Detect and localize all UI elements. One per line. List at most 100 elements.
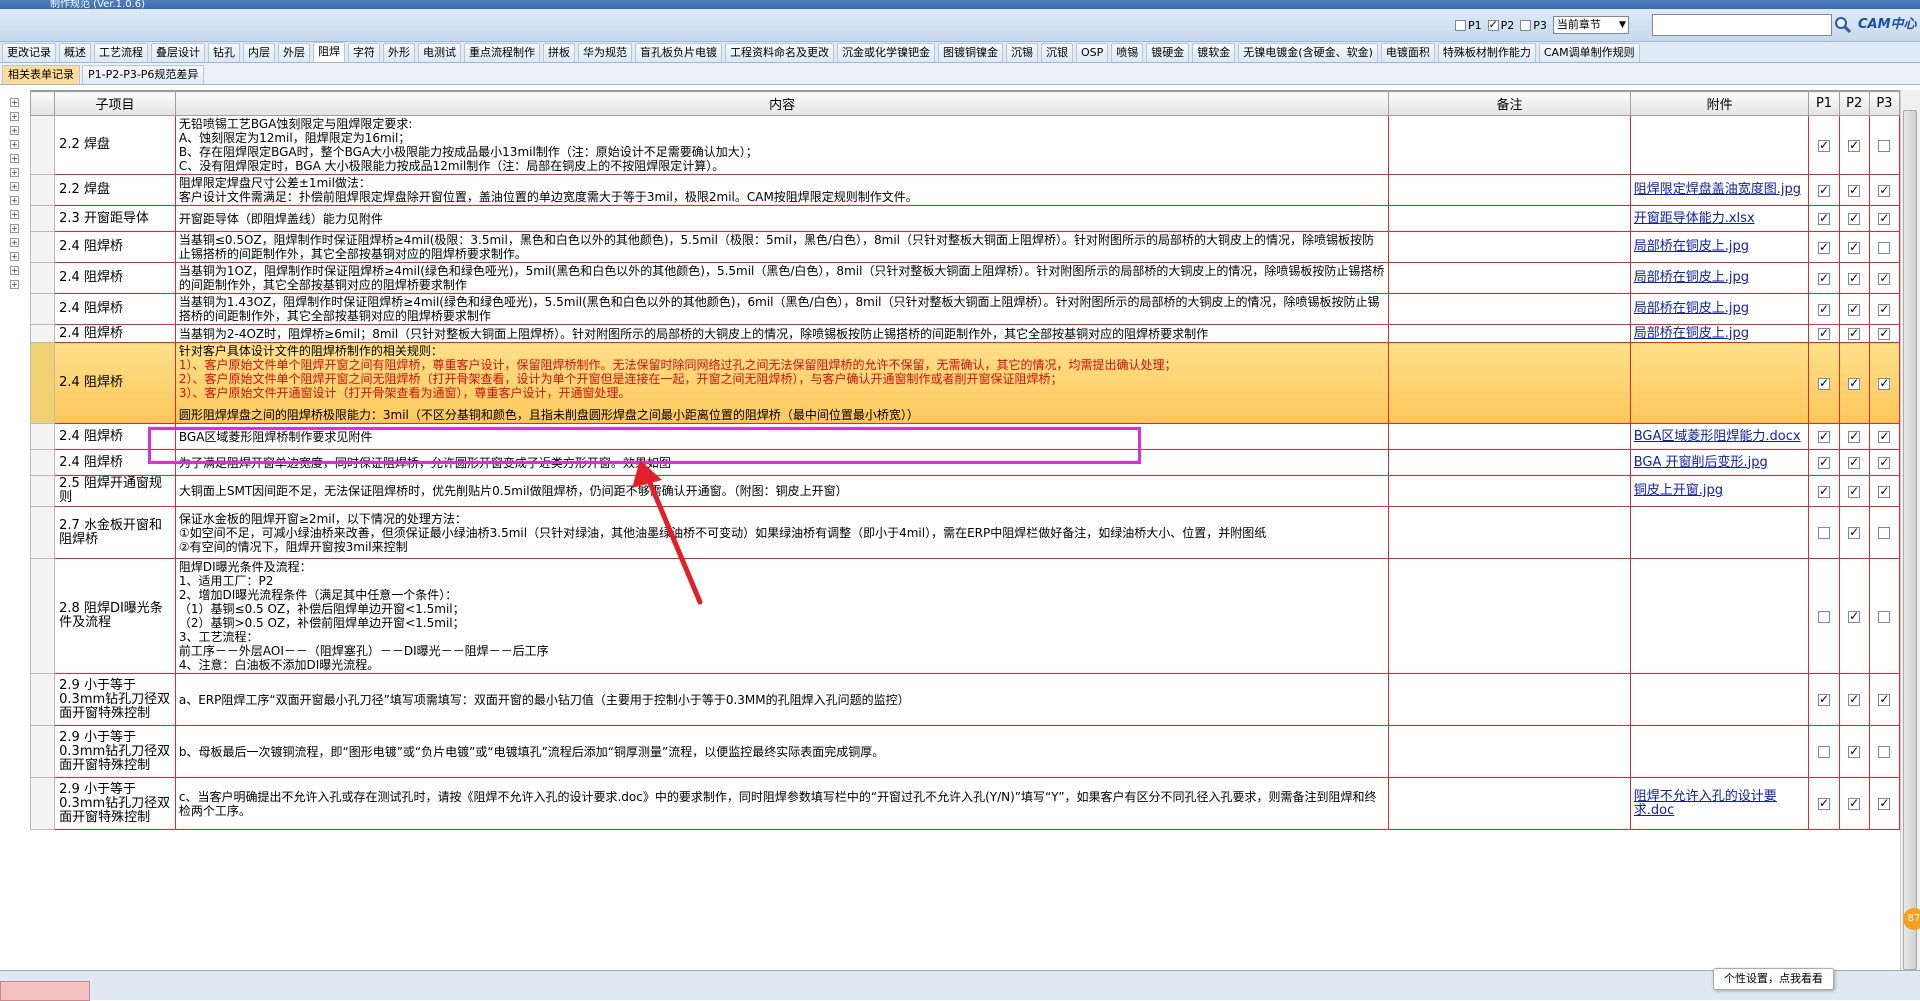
attachment-link[interactable]: 局部桥在铜皮上.jpg bbox=[1629, 231, 1810, 263]
p2-checkbox[interactable] bbox=[1848, 429, 1861, 443]
p2-checkbox[interactable] bbox=[1848, 455, 1861, 469]
attachment-link[interactable] bbox=[1629, 342, 1810, 424]
cell-note[interactable] bbox=[1388, 205, 1631, 232]
p2-checkbox[interactable] bbox=[1848, 376, 1861, 390]
tab-25[interactable]: 电镀面积 bbox=[1380, 43, 1435, 62]
search-button[interactable] bbox=[1832, 13, 1854, 37]
col-header-sub[interactable]: 子项目 bbox=[54, 91, 176, 116]
section-select[interactable]: 当前章节 ▼ bbox=[1552, 16, 1629, 34]
attachment-link[interactable]: 局部桥在铜皮上.jpg bbox=[1629, 262, 1810, 294]
p3-checkbox[interactable] bbox=[1878, 139, 1891, 152]
cell-note[interactable] bbox=[1388, 174, 1631, 206]
cell-note[interactable] bbox=[1388, 673, 1631, 726]
p1-checkbox[interactable] bbox=[1818, 746, 1830, 758]
expand-icon[interactable]: + bbox=[10, 182, 19, 191]
row-header[interactable] bbox=[30, 777, 56, 830]
expand-icon[interactable]: + bbox=[10, 126, 19, 135]
p2-checkbox[interactable] bbox=[1848, 183, 1861, 197]
expand-icon[interactable]: + bbox=[10, 266, 19, 275]
cell-note[interactable] bbox=[1388, 506, 1631, 559]
expand-icon[interactable]: + bbox=[10, 196, 19, 205]
p3-checkbox[interactable] bbox=[1878, 455, 1891, 469]
cell-note[interactable] bbox=[1388, 449, 1631, 476]
p1-checkbox[interactable] bbox=[1818, 211, 1830, 225]
attachment-link[interactable]: BGA 开窗削后变形.jpg bbox=[1629, 449, 1810, 476]
expand-icon[interactable]: + bbox=[10, 280, 19, 289]
p2-checkbox[interactable] bbox=[1848, 744, 1861, 758]
p3-checkbox[interactable] bbox=[1878, 326, 1891, 340]
table-row[interactable]: 2.9 小于等于0.3mm钻孔刀径双面开窗特殊控制 b、母板最后一次镀铜流程，即“… bbox=[30, 725, 1900, 778]
status-tag[interactable] bbox=[0, 981, 90, 1001]
p1-checkbox[interactable] bbox=[1818, 796, 1830, 810]
table-row[interactable]: 2.2 焊盘 无铅喷锡工艺BGA蚀刻限定与阻焊限定要求: A、蚀刻限定为12mil，… bbox=[30, 115, 1900, 175]
tab-16[interactable]: 沉金或化学镍钯金 bbox=[837, 43, 935, 62]
p1-checkbox[interactable] bbox=[1818, 376, 1830, 390]
tab-0[interactable]: 更改记录 bbox=[2, 43, 56, 62]
p2-checkbox[interactable] bbox=[1848, 240, 1861, 254]
tab-6[interactable]: 外层 bbox=[278, 43, 310, 62]
table-row[interactable]: 2.4 阻焊桥 当基铜≤0.5OZ，阻焊制作时保证阻焊桥≥4mil(极限：3.5m… bbox=[30, 231, 1900, 263]
row-header[interactable] bbox=[30, 174, 56, 206]
tab-19[interactable]: 沉银 bbox=[1041, 43, 1073, 62]
expand-icon[interactable]: + bbox=[10, 154, 19, 163]
p2-checkbox[interactable] bbox=[1848, 271, 1861, 285]
cell-note[interactable] bbox=[1388, 231, 1631, 263]
table-row[interactable]: 2.2 焊盘 阻焊限定焊盘尺寸公差±1mil做法： 客户设计文件需满足：扑偿前阻焊限… bbox=[30, 174, 1900, 206]
subtab-0[interactable]: 相关表单记录 bbox=[2, 65, 80, 84]
p1-checkbox[interactable] bbox=[1818, 429, 1830, 443]
p2-checkbox[interactable] bbox=[1848, 609, 1861, 623]
attachment-link[interactable]: 阻焊限定焊盘盖油宽度图.jpg bbox=[1629, 174, 1810, 206]
p3-checkbox[interactable] bbox=[1878, 302, 1891, 316]
p3-checkbox[interactable] bbox=[1878, 211, 1891, 225]
attachment-link[interactable]: 局部桥在铜皮上.jpg bbox=[1629, 324, 1810, 343]
table-row[interactable]: 2.4 阻焊桥 当基铜为2-4OZ时，阻焊桥≥6mil；8mil（只针对整板大铜面… bbox=[30, 324, 1900, 343]
filter-p2[interactable]: P2 bbox=[1487, 18, 1514, 32]
expand-icon[interactable]: + bbox=[10, 210, 19, 219]
p2-checkbox[interactable] bbox=[1848, 692, 1861, 706]
row-header[interactable] bbox=[30, 423, 56, 450]
p2-checkbox[interactable] bbox=[1848, 138, 1861, 152]
cell-note[interactable] bbox=[1388, 558, 1631, 674]
row-header[interactable] bbox=[30, 475, 56, 507]
p2-checkbox[interactable] bbox=[1848, 484, 1861, 498]
p3-checkbox[interactable] bbox=[1878, 376, 1891, 390]
row-header[interactable] bbox=[30, 293, 56, 325]
p1-checkbox[interactable] bbox=[1818, 484, 1830, 498]
p3-checkbox[interactable] bbox=[1878, 484, 1891, 498]
row-header[interactable] bbox=[30, 231, 56, 263]
row-header[interactable] bbox=[30, 262, 56, 294]
search-input[interactable] bbox=[1652, 14, 1832, 36]
p1-checkbox[interactable] bbox=[1818, 302, 1830, 316]
p3-checkbox[interactable] bbox=[1878, 183, 1891, 197]
table-row[interactable]: 2.3 开窗距导体 开窗距导体（即阻焊盖线）能力见附件 开窗距导体能力.xlsx bbox=[30, 205, 1900, 232]
tab-18[interactable]: 沉锡 bbox=[1006, 43, 1038, 62]
row-header[interactable] bbox=[30, 205, 56, 232]
col-header-attach[interactable]: 附件 bbox=[1629, 91, 1810, 116]
table-row[interactable]: 2.4 阻焊桥 当基铜为1OZ，阻焊制作时保证阻焊桥≥4mil(绿色和绿色哑光)，… bbox=[30, 262, 1900, 294]
p1-checkbox[interactable] bbox=[1818, 240, 1830, 254]
p1-checkbox[interactable] bbox=[1818, 527, 1830, 539]
tab-17[interactable]: 图镀铜镍金 bbox=[938, 43, 1003, 62]
attachment-link[interactable]: 铜皮上开窗.jpg bbox=[1629, 475, 1810, 507]
attachment-link[interactable] bbox=[1629, 115, 1810, 175]
scrollbar-thumb[interactable] bbox=[1903, 110, 1917, 970]
tab-24[interactable]: 无镍电镀金(含硬金、软金) bbox=[1238, 43, 1378, 62]
tab-10[interactable]: 电测试 bbox=[418, 43, 461, 62]
cell-note[interactable] bbox=[1388, 115, 1631, 175]
expand-icon[interactable]: + bbox=[10, 140, 19, 149]
row-header[interactable] bbox=[30, 115, 56, 175]
cell-note[interactable] bbox=[1388, 293, 1631, 325]
tab-23[interactable]: 镀软金 bbox=[1192, 43, 1236, 62]
p1-checkbox[interactable] bbox=[1818, 138, 1830, 152]
tab-13[interactable]: 华为规范 bbox=[578, 43, 632, 62]
p3-checkbox[interactable] bbox=[1878, 241, 1891, 254]
attachment-link[interactable] bbox=[1629, 558, 1810, 674]
p3-checkbox[interactable] bbox=[1878, 527, 1891, 539]
row-header[interactable] bbox=[30, 506, 56, 559]
p3-checkbox[interactable] bbox=[1878, 796, 1891, 810]
row-header[interactable] bbox=[30, 725, 56, 778]
expand-icon[interactable]: + bbox=[10, 238, 19, 247]
col-header-note[interactable]: 备注 bbox=[1388, 91, 1631, 116]
tab-2[interactable]: 工艺流程 bbox=[94, 43, 148, 62]
tab-14[interactable]: 盲孔板负片电镀 bbox=[635, 43, 722, 62]
